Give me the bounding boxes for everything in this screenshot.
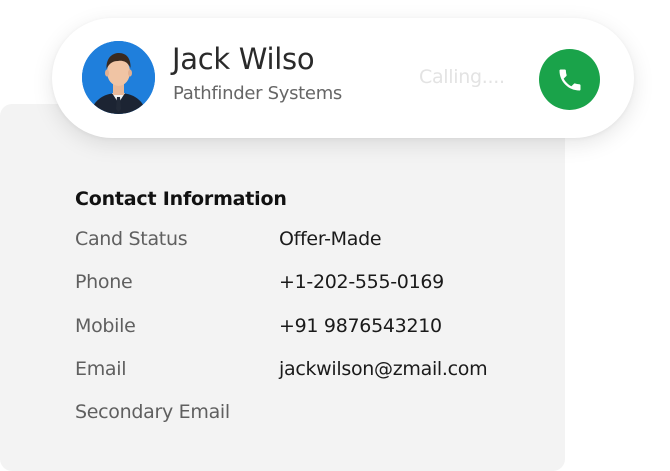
field-row-cand-status: Cand Status Offer-Made: [75, 228, 545, 256]
email-value[interactable]: jackwilson@zmail.com: [279, 358, 488, 380]
call-status: Calling....: [419, 66, 505, 88]
avatar-photo: [82, 41, 155, 114]
caller-company: Pathfinder Systems: [173, 83, 343, 104]
contact-info-card: Contact Information Cand Status Offer-Ma…: [0, 104, 565, 471]
field-value: Offer-Made: [279, 228, 382, 250]
field-label: Phone: [75, 271, 133, 293]
mobile-value[interactable]: +91 9876543210: [279, 315, 442, 337]
caller-name: Jack Wilso: [172, 42, 315, 76]
avatar: [82, 41, 155, 114]
field-row-email: Email jackwilson@zmail.com: [75, 358, 545, 386]
field-label: Email: [75, 358, 127, 380]
field-label: Secondary Email: [75, 401, 230, 423]
field-row-phone: Phone +1-202-555-0169: [75, 271, 545, 299]
field-row-mobile: Mobile +91 9876543210: [75, 315, 545, 343]
field-label: Cand Status: [75, 228, 188, 250]
phone-icon: [559, 69, 580, 90]
call-widget: Contact Information Cand Status Offer-Ma…: [0, 0, 670, 471]
call-button[interactable]: [539, 49, 600, 110]
contact-info-title: Contact Information: [75, 188, 287, 210]
field-row-secondary-email: Secondary Email: [75, 401, 545, 429]
field-label: Mobile: [75, 315, 136, 337]
phone-value[interactable]: +1-202-555-0169: [279, 271, 444, 293]
caller-pill: Jack Wilso Pathfinder Systems Calling...…: [52, 18, 634, 138]
